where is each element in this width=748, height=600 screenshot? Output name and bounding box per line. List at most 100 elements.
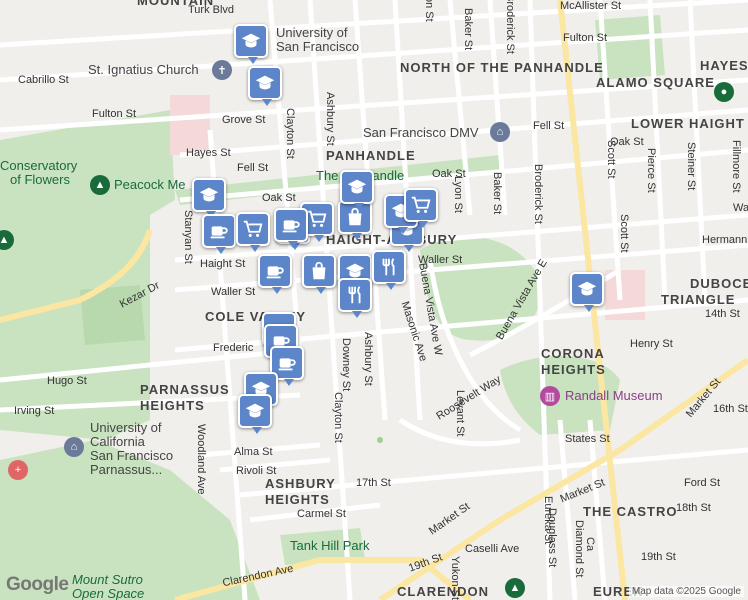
neighborhood-label: NORTH OF THE PANHANDLE [400, 60, 604, 75]
street-label: on St [423, 0, 435, 22]
map-marker[interactable] [238, 394, 272, 434]
map-marker[interactable] [302, 254, 336, 294]
park-icon[interactable]: ▲ [90, 175, 110, 195]
street-label: Wa [733, 202, 748, 214]
map-marker[interactable] [234, 24, 268, 64]
street-label: Alma St [234, 446, 273, 458]
neighborhood-label: PARNASSUS [140, 382, 230, 397]
poi-label[interactable]: Tank Hill Park [290, 538, 369, 553]
street-label: 19th St [641, 551, 676, 563]
school-icon [194, 180, 224, 210]
church-icon[interactable]: ✝ [212, 60, 232, 80]
street-label: Hermann [702, 234, 748, 246]
hospital-area [170, 95, 210, 155]
street-label: Scott St [605, 140, 617, 179]
poi-label[interactable]: San Francisco [276, 39, 359, 54]
street-label: Fulton St [563, 32, 608, 44]
map-marker[interactable] [192, 178, 226, 218]
neighborhood-label: LOWER HAIGHT [631, 116, 745, 131]
school-icon [342, 172, 372, 202]
neighborhood-label: CORONA [541, 346, 605, 361]
street-label: 18th St [676, 502, 711, 514]
school-icon [250, 68, 280, 98]
map-attribution[interactable]: Map data ©2025 Google [628, 586, 744, 597]
university-icon[interactable]: ⌂ [64, 437, 84, 457]
poi-label[interactable]: Parnassus... [90, 462, 162, 477]
poi-label[interactable]: Open Space [72, 586, 144, 600]
street-label: Ashbury St [362, 332, 374, 386]
poi-label[interactable]: San Francisco [90, 448, 173, 463]
street-label: Levant St [454, 390, 466, 437]
neighborhood-label: CLARENDON [397, 584, 490, 599]
map-marker[interactable] [202, 214, 236, 254]
street-label: Oak St [262, 192, 296, 204]
street-label: Clayton St [284, 108, 296, 159]
poi-label[interactable]: California [90, 434, 145, 449]
hospital-icon[interactable]: + [8, 460, 28, 480]
neighborhood-label: HAYES [700, 58, 748, 73]
map-canvas[interactable]: NORTH OF THE PANHANDLE ALAMO SQUARE HAYE… [0, 0, 748, 600]
street-label: Baker St [462, 8, 474, 51]
museum-icon[interactable]: ▥ [540, 386, 560, 406]
map-marker[interactable] [404, 188, 438, 228]
school-icon [240, 396, 270, 426]
building-icon[interactable]: ⌂ [490, 122, 510, 142]
neighborhood-label: PANHANDLE [326, 148, 416, 163]
street-label: Cabrillo St [18, 74, 69, 86]
street-label: Henry St [630, 338, 673, 350]
poi-label[interactable]: Mount Sutro [72, 572, 143, 587]
grocery-icon [238, 214, 268, 244]
grocery-icon [406, 190, 436, 220]
poi-label[interactable]: University of [276, 25, 348, 40]
street-label: States St [565, 433, 610, 445]
street-label: Turk Blvd [188, 4, 235, 16]
poi-label[interactable]: Randall Museum [565, 388, 663, 403]
street-label: Hayes St [186, 147, 231, 159]
street-label: Fell St [533, 120, 565, 132]
map-marker[interactable] [372, 250, 406, 290]
street-label: Downey St [340, 338, 352, 392]
shopping-icon [304, 256, 334, 286]
neighborhood-label: HEIGHTS [140, 398, 205, 413]
neighborhood-label: ALAMO SQUARE [596, 75, 715, 90]
street-label: Fillmore St [730, 140, 742, 193]
street-label: Broderick St [504, 0, 516, 54]
map-marker[interactable] [274, 208, 308, 248]
street-label: Hugo St [47, 375, 87, 387]
poi-label[interactable]: of Flowers [10, 172, 70, 187]
street-label: Rivoli St [236, 465, 277, 477]
street-label: Pierce St [645, 148, 657, 193]
street-label: Haight St [200, 258, 246, 270]
street-label: Clayton St [332, 392, 344, 443]
street-label: Lyon St [452, 176, 464, 213]
school-icon [572, 274, 602, 304]
neighborhood-label: DUBOCE [690, 276, 748, 291]
poi-label[interactable]: San Francisco DMV [363, 125, 479, 140]
restaurant-icon [340, 280, 370, 310]
map-marker[interactable] [338, 278, 372, 318]
poi-label[interactable]: St. Ignatius Church [88, 62, 199, 77]
street-label: Baker St [491, 172, 503, 215]
street-label: Fulton St [92, 108, 137, 120]
neighborhood-label: THE CASTRO [583, 504, 678, 519]
poi-label[interactable]: University of [90, 420, 162, 435]
map-marker[interactable] [248, 66, 282, 106]
street-label: 17th St [356, 477, 391, 489]
cafe-icon [204, 216, 234, 246]
map-marker[interactable] [236, 212, 270, 252]
park-icon[interactable]: ▲ [505, 578, 525, 598]
street-label: Caselli Ave [465, 543, 520, 555]
street-label: Waller St [211, 286, 256, 298]
poi-label[interactable]: Peacock Me [114, 177, 186, 192]
map-marker[interactable] [570, 272, 604, 312]
street-label: Grove St [222, 114, 266, 126]
neighborhood-label: ASHBURY [265, 476, 336, 491]
park-icon[interactable]: ● [714, 82, 734, 102]
map-marker[interactable] [340, 170, 374, 210]
street-label: Broderick St [532, 164, 544, 224]
street-label: Yukon St [449, 556, 461, 600]
map-marker[interactable] [258, 254, 292, 294]
cafe-icon [276, 210, 306, 240]
poi-label[interactable]: Conservatory [0, 158, 77, 173]
restaurant-icon [374, 252, 404, 282]
